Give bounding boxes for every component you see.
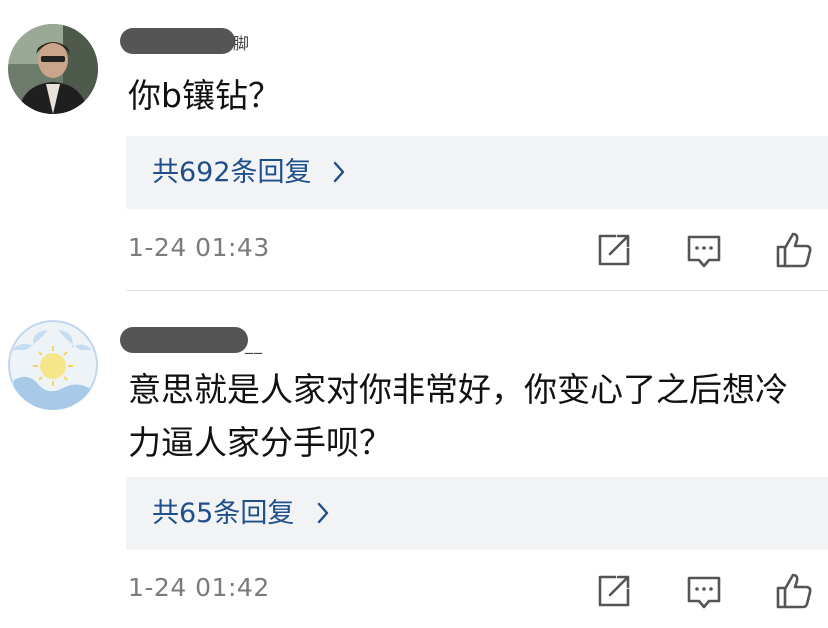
comment-text-line: 你b镶钻？ [128,76,281,115]
comment-timestamp: 1-24 01:43 [128,233,270,262]
chevron-right-icon [317,502,329,524]
username-suffix: 脚 [233,34,251,53]
comment-text-line: 力逼人家分手呗？ [128,423,392,462]
thumbs-up-icon [776,232,812,268]
replies-link[interactable]: 共65条回复 [126,477,828,550]
avatar[interactable] [8,24,98,114]
comment-text-line: 意思就是人家对你非常好，你变心了之后想冷 [128,370,788,409]
share-button[interactable] [594,230,634,270]
comment-icon [687,576,721,609]
like-button[interactable] [774,571,814,611]
like-button[interactable] [774,230,814,270]
username-redacted[interactable] [120,28,235,54]
share-icon [598,575,630,607]
replies-link[interactable]: 共692条回复 [126,136,828,209]
username-suffix: __ [245,335,263,354]
reply-button[interactable] [684,571,724,611]
username-redacted[interactable] [120,327,248,353]
thumbs-up-icon [776,573,812,609]
avatar[interactable] [8,320,98,410]
reply-button[interactable] [684,230,724,270]
comment-timestamp: 1-24 01:42 [128,573,270,602]
comment-text: 你b镶钻？ [128,70,818,122]
comment-item: 脚 你b镶钻？ 共692条回复 1-24 01:43 [0,0,828,290]
share-button[interactable] [594,571,634,611]
replies-count-label: 共65条回复 [152,498,295,529]
share-icon [598,234,630,266]
comment-icon [687,235,721,268]
replies-count-label: 共692条回复 [152,157,312,188]
chevron-right-icon [333,161,345,183]
comment-text: 意思就是人家对你非常好，你变心了之后想冷 力逼人家分手呗？ [128,364,818,469]
comment-item: __ 意思就是人家对你非常好，你变心了之后想冷 力逼人家分手呗？ 共65条回复 … [0,291,828,628]
